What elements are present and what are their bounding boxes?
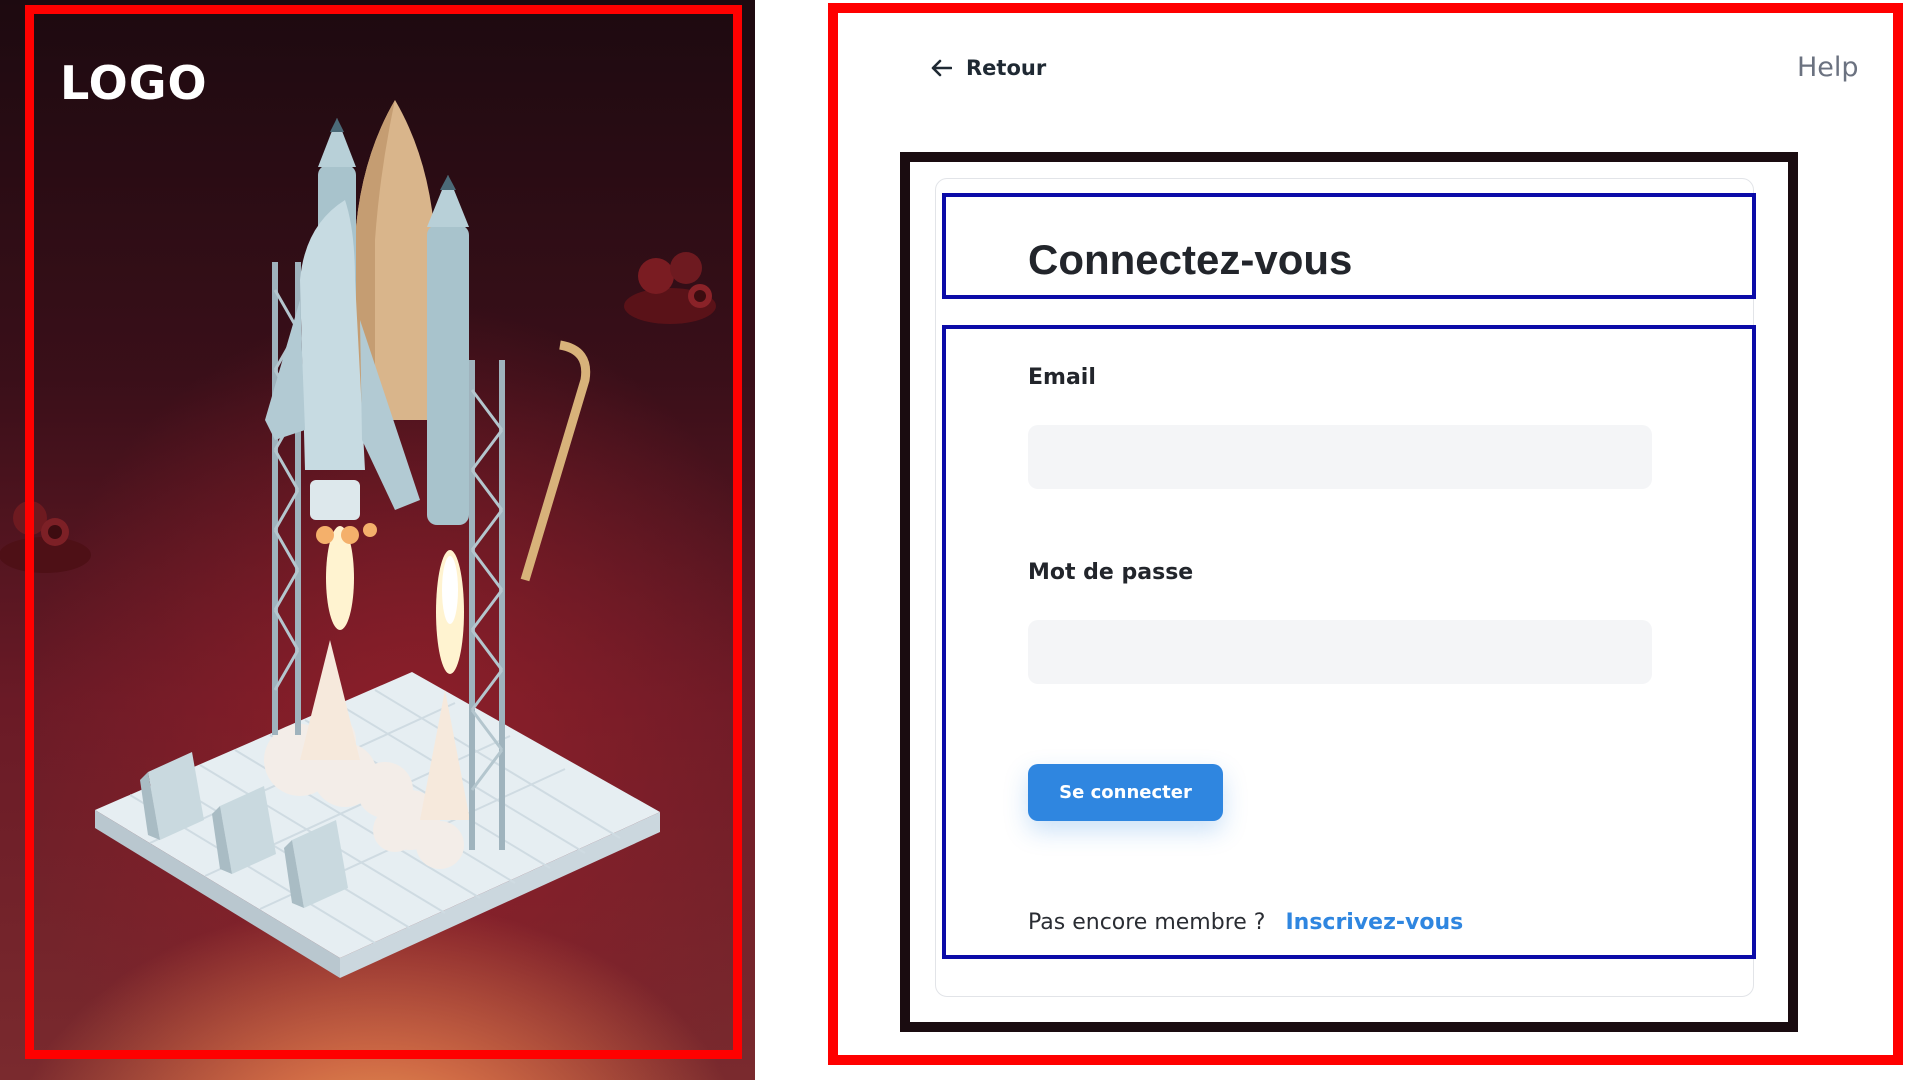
arrow-left-icon	[931, 59, 952, 77]
email-field[interactable]	[1028, 425, 1652, 489]
email-label: Email	[1028, 365, 1096, 390]
page-title: Connectez-vous	[1028, 236, 1353, 283]
back-link[interactable]: Retour	[930, 56, 1046, 80]
hero-highlight-frame	[25, 5, 742, 1059]
logo[interactable]: LOGO	[60, 56, 208, 110]
signup-link[interactable]: Inscrivez-vous	[1285, 910, 1463, 935]
signup-row: Pas encore membre ? Inscrivez-vous	[1028, 910, 1463, 935]
back-link-label: Retour	[966, 56, 1047, 80]
signup-prompt: Pas encore membre ?	[1028, 910, 1266, 935]
hero-panel: LOGO	[0, 0, 755, 1080]
password-field[interactable]	[1028, 620, 1652, 684]
help-link[interactable]: Help	[1797, 52, 1859, 83]
login-button[interactable]: Se connecter	[1028, 764, 1223, 821]
password-label: Mot de passe	[1028, 560, 1194, 585]
